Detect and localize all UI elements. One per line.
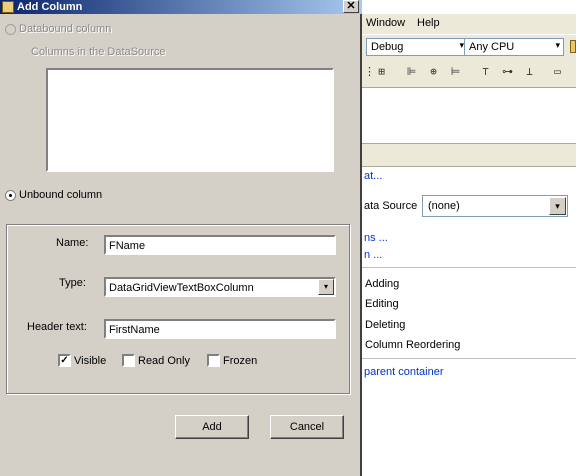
ide-menubar: Window Help xyxy=(362,14,576,34)
same-size-icon[interactable]: ▭ xyxy=(552,65,563,78)
ide-toolbar-standard: Debug ▾ Any CPU ▾ xyxy=(362,35,576,59)
databound-label: Databound column xyxy=(19,23,112,35)
radio-selected-dot xyxy=(9,194,12,197)
option-enable-adding[interactable]: Adding xyxy=(365,278,399,290)
type-select[interactable]: DataGridViewTextBoxColumn ▾ xyxy=(104,277,336,297)
chevron-down-icon[interactable]: ▾ xyxy=(318,279,334,295)
align-bottom-icon[interactable]: ⊥ xyxy=(524,65,535,78)
folder-icon[interactable] xyxy=(570,40,576,53)
dialog-title: Add Column xyxy=(17,1,83,13)
databound-radio[interactable] xyxy=(5,24,16,35)
unbound-radio[interactable] xyxy=(5,190,16,201)
header-text-field[interactable]: FirstName xyxy=(104,319,336,339)
option-enable-editing[interactable]: Editing xyxy=(365,298,399,310)
chevron-down-icon[interactable]: ▾ xyxy=(549,197,566,215)
header-text-value: FirstName xyxy=(109,324,160,336)
config-combo[interactable]: Debug ▾ xyxy=(366,38,468,56)
name-value: FName xyxy=(109,240,146,252)
unbound-label: Unbound column xyxy=(19,189,103,201)
check-icon: ✓ xyxy=(60,355,69,366)
datasource-columns-list[interactable] xyxy=(46,68,334,172)
visible-label: Visible xyxy=(74,355,107,367)
read-only-checkbox[interactable] xyxy=(122,354,135,367)
close-button[interactable]: ✕ xyxy=(343,0,359,13)
align-left-icon[interactable]: ⊫ xyxy=(406,65,417,78)
type-value: DataGridViewTextBoxColumn xyxy=(109,282,254,294)
tasks-link-edit-columns[interactable]: ns ... xyxy=(364,232,388,244)
menu-window[interactable]: Window xyxy=(366,17,405,29)
frozen-checkbox[interactable] xyxy=(207,354,220,367)
align-center-icon[interactable]: ⊕ xyxy=(428,65,439,78)
cancel-button[interactable]: Cancel xyxy=(270,415,344,439)
read-only-label: Read Only xyxy=(138,355,190,367)
frozen-label: Frozen xyxy=(223,355,258,367)
add-button[interactable]: Add xyxy=(175,415,249,439)
option-enable-deleting[interactable]: Deleting xyxy=(365,319,405,331)
chevron-down-icon: ▾ xyxy=(555,40,560,50)
menu-help[interactable]: Help xyxy=(417,17,440,29)
platform-combo[interactable]: Any CPU ▾ xyxy=(464,38,564,56)
name-field[interactable]: FName xyxy=(104,235,336,255)
align-right-icon[interactable]: ⊨ xyxy=(450,65,461,78)
ide-toolbar-layout: ⋮ ⊞ ⊫ ⊕ ⊨ ⊤ ⊶ ⊥ ▭ xyxy=(362,59,576,88)
datasource-label: ata Source xyxy=(364,200,418,212)
type-label: Type: xyxy=(59,277,86,289)
option-column-reordering[interactable]: Column Reordering xyxy=(365,339,460,351)
header-text-label: Header text: xyxy=(27,321,87,333)
align-grid-icon[interactable]: ⊞ xyxy=(376,65,387,78)
datasource-value: (none) xyxy=(428,200,460,212)
align-top-icon[interactable]: ⊤ xyxy=(480,65,491,78)
grip-icon: ⋮ xyxy=(364,65,375,78)
platform-value: Any CPU xyxy=(469,41,515,53)
tasks-divider xyxy=(362,358,576,359)
visible-checkbox[interactable]: ✓ xyxy=(58,354,71,367)
tasks-divider xyxy=(362,267,576,268)
config-value: Debug xyxy=(371,41,404,53)
name-label: Name: xyxy=(56,237,89,249)
tasks-link-add-column[interactable]: n ... xyxy=(364,249,382,261)
tasks-link-format[interactable]: at... xyxy=(364,170,382,182)
dialog-app-icon xyxy=(2,1,14,13)
tasks-panel-header xyxy=(362,143,576,167)
columns-in-datasource-label: Columns in the DataSource xyxy=(31,46,166,58)
datasource-combo[interactable]: (none) ▾ xyxy=(422,195,568,217)
dialog-titlebar[interactable]: Add Column xyxy=(0,0,362,14)
close-icon: ✕ xyxy=(346,0,356,12)
tasks-link-dock[interactable]: parent container xyxy=(364,366,444,378)
align-middle-icon[interactable]: ⊶ xyxy=(502,65,513,78)
